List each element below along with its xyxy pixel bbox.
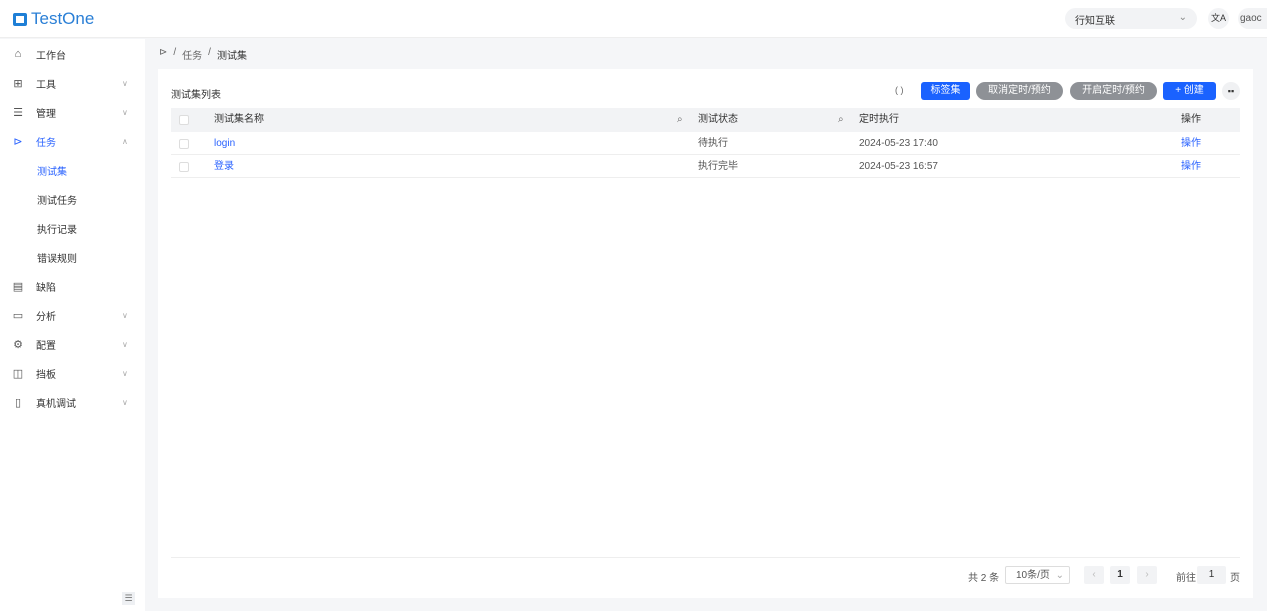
row-action-link[interactable]: 操作	[1181, 132, 1201, 155]
page-title: 测试集列表	[171, 90, 221, 101]
home-icon: ⌂	[14, 48, 22, 60]
test-set-table: 测试集名称 ⌕ 测试状态 ⌕ 定时执行 操作 login 待执行 2024-05…	[171, 108, 1240, 178]
chevron-up-icon: ∧	[122, 136, 128, 146]
breadcrumb-tasks[interactable]: 任务	[182, 47, 202, 62]
select-all-checkbox[interactable]	[179, 115, 189, 125]
divider	[171, 557, 1240, 558]
page-size-select[interactable]: 10条/页 ⌄	[1005, 566, 1070, 584]
create-button[interactable]: + 创建	[1163, 82, 1216, 100]
gear-icon: ⚙	[13, 338, 23, 351]
search-icon[interactable]: ⌕	[838, 108, 844, 131]
chevron-down-icon: ∨	[122, 107, 128, 117]
test-set-card: 测试集列表 ( ) 标签集 取消定时/预约 开启定时/预约 + 创建 ▪▪ 测试…	[158, 69, 1253, 598]
search-icon[interactable]: ⌕	[677, 108, 683, 131]
list-icon: ☰	[13, 106, 23, 119]
breadcrumb: ⊳ / 任务 / 测试集	[159, 47, 247, 62]
row-action-link[interactable]: 操作	[1181, 155, 1201, 178]
tags-button[interactable]: 标签集	[921, 82, 970, 100]
grid-icon[interactable]: ▪▪	[1222, 82, 1240, 100]
row-checkbox[interactable]	[179, 139, 189, 149]
sidebar-item-analysis[interactable]: ▭ 分析 ∨	[0, 303, 145, 327]
next-page-button[interactable]: ›	[1137, 566, 1157, 584]
sidebar-item-tools[interactable]: ⊞ 工具 ∨	[0, 71, 145, 95]
sidebar-item-test-sets[interactable]: 测试集	[0, 158, 145, 182]
enable-schedule-button[interactable]: 开启定时/预约	[1070, 82, 1157, 100]
chevron-down-icon: ∨	[122, 368, 128, 378]
send-icon: ⊳	[13, 135, 23, 148]
device-icon: ▯	[14, 396, 22, 409]
sidebar-item-test-tasks[interactable]: 测试任务	[0, 187, 145, 211]
total-count: 共 2 条	[968, 573, 1000, 584]
document-icon: ▤	[12, 280, 24, 293]
grid-icon: ⊞	[13, 77, 23, 90]
refresh-icon[interactable]: ( )	[895, 85, 904, 95]
sidebar-item-defects[interactable]: ▤ 缺陷	[0, 274, 145, 298]
translate-icon[interactable]: 文A	[1208, 8, 1229, 29]
row-checkbox[interactable]	[179, 162, 189, 172]
sidebar-item-exec-records[interactable]: 执行记录	[0, 216, 145, 240]
breadcrumb-test-sets: 测试集	[216, 51, 247, 62]
top-header: TestOne 行知互联 ⌄ 文A gaoc	[0, 0, 1267, 38]
logo-icon	[13, 12, 27, 26]
chevron-down-icon: ∨	[122, 78, 128, 88]
goto-page-input[interactable]: 1	[1197, 566, 1226, 584]
chevron-down-icon: ∨	[122, 310, 128, 320]
calendar-icon: ▭	[12, 309, 24, 322]
sidebar-item-mock[interactable]: ◫ 挡板 ∨	[0, 361, 145, 385]
chevron-down-icon: ⌄	[1178, 12, 1187, 23]
cancel-schedule-button[interactable]: 取消定时/预约	[976, 82, 1063, 100]
sidebar-item-manage[interactable]: ☰ 管理 ∨	[0, 100, 145, 124]
send-icon: ⊳	[159, 47, 168, 58]
table-header: 测试集名称 ⌕ 测试状态 ⌕ 定时执行 操作	[171, 108, 1240, 132]
sidebar-item-tasks[interactable]: ⊳ 任务 ∧	[0, 129, 145, 153]
page-1-button[interactable]: 1	[1110, 566, 1130, 584]
sidebar-item-error-rules[interactable]: 错误规则	[0, 245, 145, 269]
prev-page-button[interactable]: ‹	[1084, 566, 1104, 584]
collapse-sidebar-icon[interactable]: ☰	[122, 592, 135, 605]
logo[interactable]: TestOne	[13, 9, 94, 29]
sidebar-item-device-debug[interactable]: ▯ 真机调试 ∨	[0, 390, 145, 414]
sidebar-item-workbench[interactable]: ⌂ 工作台	[0, 42, 145, 66]
org-select[interactable]: 行知互联 ⌄	[1065, 8, 1197, 29]
chevron-down-icon: ⌄	[1055, 570, 1064, 581]
table-row: 登录 执行完毕 2024-05-23 16:57 操作	[171, 155, 1240, 178]
table-row: login 待执行 2024-05-23 17:40 操作	[171, 132, 1240, 155]
panel-icon: ◫	[12, 367, 24, 380]
sidebar: ⌂ 工作台 ⊞ 工具 ∨ ☰ 管理 ∨ ⊳ 任务 ∧ 测试集 测试任务 执行记录 错误规则 ▤…	[0, 39, 145, 611]
chevron-down-icon: ∨	[122, 397, 128, 407]
sidebar-item-config[interactable]: ⚙ 配置 ∨	[0, 332, 145, 356]
user-avatar[interactable]: gaoc	[1238, 8, 1267, 29]
chevron-down-icon: ∨	[122, 339, 128, 349]
